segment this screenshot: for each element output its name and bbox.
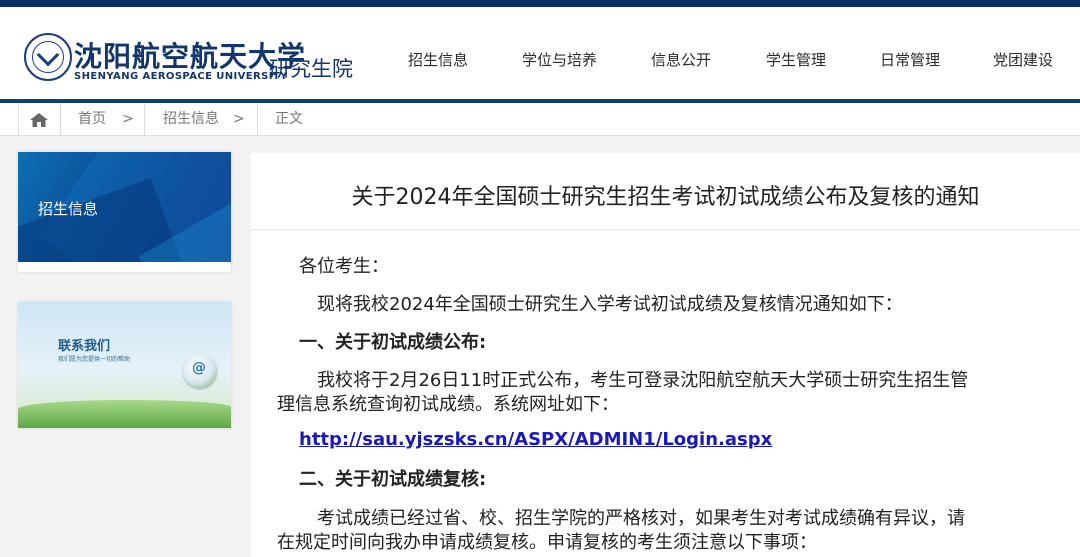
- home-icon[interactable]: [30, 113, 48, 127]
- main-nav: 招生信息 学位与培养 信息公开 学生管理 日常管理 党团建设: [390, 49, 1070, 73]
- contact-us-banner[interactable]: 联系我们 我们愿为您提供一切的帮助 @: [18, 302, 231, 428]
- nav-item-degree-training[interactable]: 学位与培养: [522, 49, 597, 70]
- university-logo[interactable]: 沈阳航空航天大学 SHENYANG AEROSPACE UNIVERSITY 研…: [24, 31, 364, 91]
- nav-item-admissions[interactable]: 招生信息: [408, 49, 468, 70]
- breadcrumb-admissions[interactable]: 招生信息: [163, 103, 219, 136]
- article-intro: 现将我校2024年全国硕士研究生入学考试初试成绩及复核情况通知如下：: [317, 294, 903, 315]
- breadcrumb-separator: >: [233, 111, 245, 127]
- sidebar-section-card[interactable]: 招生信息: [18, 152, 231, 272]
- sidebar-section-title: 招生信息: [38, 200, 99, 218]
- logo-graduate-school: 研究生院: [269, 57, 353, 81]
- section2-paragraph-line2: 在规定时间向我办申请成绩复核。申请复核的考生须注意以下事项：: [277, 532, 817, 553]
- nav-item-student-management[interactable]: 学生管理: [766, 49, 826, 70]
- breadcrumb-home[interactable]: 首页: [78, 103, 106, 136]
- section1-paragraph-line2: 理信息系统查询初试成绩。系统网址如下：: [277, 394, 619, 415]
- top-accent-bar: [0, 0, 1080, 7]
- email-at-icon: @: [183, 354, 217, 388]
- article-panel: 关于2024年全国硕士研究生招生考试初试成绩公布及复核的通知 各位考生： 现将我…: [251, 153, 1080, 557]
- article-title: 关于2024年全国硕士研究生招生考试初试成绩公布及复核的通知: [351, 185, 980, 210]
- university-seal-icon: [24, 33, 72, 81]
- section2-heading: 二、关于初试成绩复核:: [299, 469, 487, 490]
- breadcrumb: 首页 > 招生信息 > 正文: [0, 103, 1080, 136]
- logo-english-name: SHENYANG AEROSPACE UNIVERSITY: [74, 71, 288, 82]
- section1-paragraph-line1: 我校将于2月26日11时正式公布，考生可登录沈阳航空航天大学硕士研究生招生管: [317, 370, 969, 391]
- title-divider: [251, 229, 1080, 230]
- nav-item-party-building[interactable]: 党团建设: [993, 49, 1053, 70]
- site-header: 沈阳航空航天大学 SHENYANG AEROSPACE UNIVERSITY 研…: [0, 7, 1080, 100]
- section2-paragraph-line1: 考试成绩已经过省、校、招生学院的严格核对，如果考生对考试成绩确有异议，请: [317, 508, 965, 529]
- score-system-link[interactable]: http://sau.yjszsks.cn/ASPX/ADMIN1/Login.…: [299, 429, 772, 450]
- contact-us-title: 联系我们: [58, 339, 111, 354]
- contact-us-subtitle: 我们愿为您提供一切的帮助: [58, 356, 131, 363]
- breadcrumb-current: 正文: [275, 111, 303, 127]
- nav-item-daily-management[interactable]: 日常管理: [880, 49, 940, 70]
- section1-heading: 一、关于初试成绩公布:: [299, 332, 487, 353]
- sidebar-section-banner: 招生信息: [18, 152, 231, 262]
- nav-item-information-disclosure[interactable]: 信息公开: [651, 49, 711, 70]
- breadcrumb-separator: >: [122, 111, 134, 127]
- article-greeting: 各位考生：: [299, 256, 389, 277]
